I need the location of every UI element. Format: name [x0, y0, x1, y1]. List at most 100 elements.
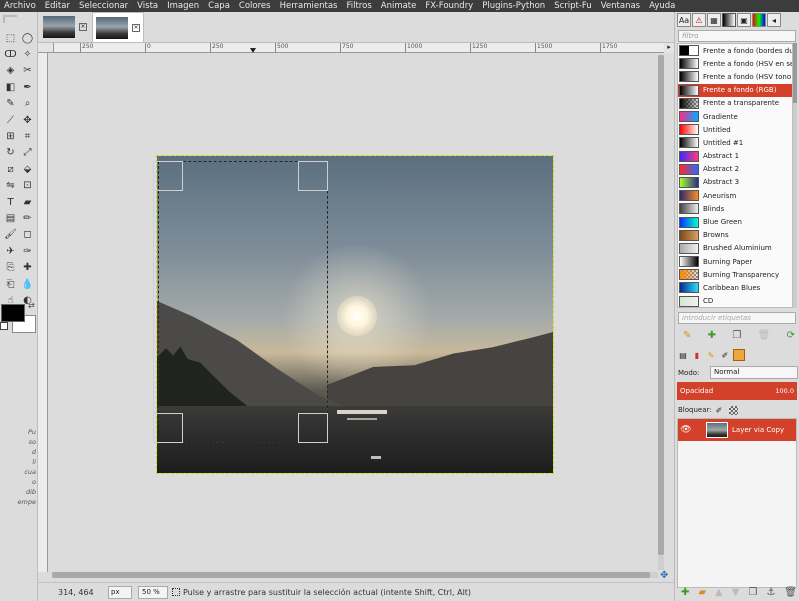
layer-row[interactable]: 👁 Layer via Copy — [678, 419, 796, 441]
image-tab-2[interactable]: × — [92, 12, 144, 42]
gradient-filter-input[interactable]: filtro — [678, 30, 796, 42]
blur-tool-icon[interactable]: 💧 — [19, 276, 36, 292]
cage-transform-tool-icon[interactable]: ⊡ — [19, 178, 36, 194]
reset-colors-icon[interactable] — [0, 322, 8, 330]
refresh-gradients-icon[interactable]: ⟳ — [787, 330, 795, 341]
mode-select[interactable]: Normal — [710, 366, 798, 379]
swap-colors-icon[interactable]: ⇄ — [28, 301, 35, 310]
image-menu-arrow-icon[interactable]: ▸ — [664, 43, 674, 53]
scrollbar-thumb[interactable] — [793, 43, 797, 103]
gradient-item[interactable]: CD — [678, 295, 792, 307]
unit-select[interactable]: px — [108, 585, 132, 599]
gradient-item[interactable]: Brushed Aluminium — [678, 242, 792, 255]
gradient-item[interactable]: Blinds — [678, 202, 792, 215]
shear-tool-icon[interactable]: ⧄ — [2, 161, 19, 177]
selection-handle-top-left[interactable] — [153, 161, 183, 191]
gradient-item[interactable]: Frente a fondo (HSV en sentido — [678, 57, 792, 70]
text-tool-icon[interactable]: T — [2, 194, 19, 210]
menu-item[interactable]: Imagen — [167, 1, 199, 11]
gradient-item[interactable]: Untitled — [678, 123, 792, 136]
color-picker-tool-icon[interactable]: ✎ — [2, 96, 19, 112]
selection-handle-left[interactable] — [153, 190, 159, 414]
tab-channels-icon[interactable]: ▮ — [691, 349, 703, 361]
menu-item[interactable]: Editar — [45, 1, 70, 11]
lock-pixels-icon[interactable]: ✐ — [716, 406, 725, 415]
free-select-tool-icon[interactable]: ↀ — [2, 46, 19, 62]
tab-gradients-icon[interactable] — [722, 13, 736, 27]
selection-handle-bottom-left[interactable] — [153, 413, 183, 443]
menu-item[interactable]: Vista — [137, 1, 158, 11]
selection-handle-top-right[interactable] — [298, 161, 328, 191]
gradient-item[interactable]: Abstract 1 — [678, 150, 792, 163]
foreground-color-swatch[interactable] — [1, 304, 25, 322]
tab-layers-icon[interactable]: ▤ — [677, 349, 689, 361]
pencil-tool-icon[interactable]: ✏ — [19, 210, 36, 226]
gradient-item[interactable]: Gradiente — [678, 110, 792, 123]
gradient-item[interactable]: Frente a fondo (RGB) — [678, 83, 792, 97]
menu-item[interactable]: Capa — [208, 1, 230, 11]
new-layer-group-icon[interactable]: ▰ — [698, 587, 706, 598]
measure-tool-icon[interactable]: ⟋ — [2, 112, 19, 128]
ink-tool-icon[interactable]: ✑ — [19, 243, 36, 259]
raise-layer-icon[interactable]: ▲ — [715, 587, 723, 598]
gradient-item[interactable]: Blue Green — [678, 215, 792, 228]
heal-tool-icon[interactable]: ✚ — [19, 259, 36, 275]
navigate-icon[interactable]: ✥ — [660, 571, 670, 581]
ellipse-select-tool-icon[interactable]: ◯ — [19, 30, 36, 46]
new-gradient-icon[interactable]: ✚ — [708, 330, 716, 341]
fuzzy-select-tool-icon[interactable]: ✧ — [19, 46, 36, 62]
align-tool-icon[interactable]: ⊞ — [2, 128, 19, 144]
perspective-tool-icon[interactable]: ⬙ — [19, 161, 36, 177]
select-by-color-tool-icon[interactable]: ◈ — [2, 63, 19, 79]
vertical-ruler[interactable] — [38, 53, 48, 572]
horizontal-scrollbar[interactable] — [52, 572, 658, 578]
zoom-tool-icon[interactable]: ⌕ — [19, 96, 36, 112]
clone-tool-icon[interactable]: ⎘ — [2, 259, 19, 275]
zoom-select[interactable]: 50 % — [138, 585, 168, 599]
perspective-clone-tool-icon[interactable]: ⎗ — [2, 276, 19, 292]
menu-item[interactable]: Ayuda — [649, 1, 675, 11]
gradient-item[interactable]: Untitled #1 — [678, 136, 792, 149]
lower-layer-icon[interactable]: ▼ — [732, 587, 740, 598]
anchor-layer-icon[interactable]: ⚓ — [766, 587, 775, 598]
new-layer-icon[interactable]: ✚ — [681, 587, 689, 598]
foreground-select-tool-icon[interactable]: ◧ — [2, 79, 19, 95]
tab-images-icon[interactable]: ▣ — [737, 13, 751, 27]
eraser-tool-icon[interactable]: ◻ — [19, 227, 36, 243]
duplicate-gradient-icon[interactable]: ❐ — [732, 330, 741, 341]
gradient-item[interactable]: Burning Transparency — [678, 268, 792, 281]
gradient-item[interactable]: Burning Paper — [678, 255, 792, 268]
menu-item[interactable]: Plugins-Python — [482, 1, 545, 11]
rotate-tool-icon[interactable]: ↻ — [2, 145, 19, 161]
delete-gradient-icon[interactable]: 🗑 — [758, 330, 771, 341]
tab-brush-icon[interactable]: ✐ — [719, 349, 731, 361]
gradient-item[interactable]: Frente a transparente — [678, 97, 792, 110]
tab-warning-icon[interactable]: ⚠ — [692, 13, 706, 27]
menu-item[interactable]: Ventanas — [601, 1, 640, 11]
gradient-item[interactable]: Abstract 2 — [678, 163, 792, 176]
close-icon[interactable]: × — [79, 23, 87, 31]
close-icon[interactable]: × — [132, 23, 140, 32]
gradient-item[interactable]: Frente a fondo (HSV tono en — [678, 70, 792, 83]
move-tool-icon[interactable]: ✥ — [19, 112, 36, 128]
gradient-item[interactable]: Abstract 3 — [678, 176, 792, 189]
edit-gradient-icon[interactable]: ✎ — [683, 330, 691, 341]
menu-item[interactable]: Animate — [381, 1, 417, 11]
menu-item[interactable]: FX-Foundry — [425, 1, 473, 11]
gradient-item[interactable]: Frente a fondo (bordes duro — [678, 44, 792, 57]
paintbrush-tool-icon[interactable]: 🖌 — [2, 227, 19, 243]
blend-tool-icon[interactable]: ▤ — [2, 210, 19, 226]
menu-item[interactable]: Script-Fu — [554, 1, 592, 11]
gradient-item[interactable]: Caribbean Blues — [678, 281, 792, 294]
tab-fonts-icon[interactable]: Aa — [677, 13, 691, 27]
menu-item[interactable]: Colores — [239, 1, 271, 11]
menu-item[interactable]: Seleccionar — [79, 1, 128, 11]
duplicate-layer-icon[interactable]: ❐ — [748, 587, 757, 598]
gradient-list-scrollbar[interactable] — [793, 43, 797, 308]
ruler-corner[interactable] — [38, 43, 54, 53]
tab-close-icon[interactable]: ◂ — [767, 13, 781, 27]
rectangle-selection[interactable] — [153, 161, 328, 443]
selection-handle-bottom-right[interactable] — [298, 413, 328, 443]
airbrush-tool-icon[interactable]: ✈ — [2, 243, 19, 259]
menu-item[interactable]: Archivo — [4, 1, 36, 11]
